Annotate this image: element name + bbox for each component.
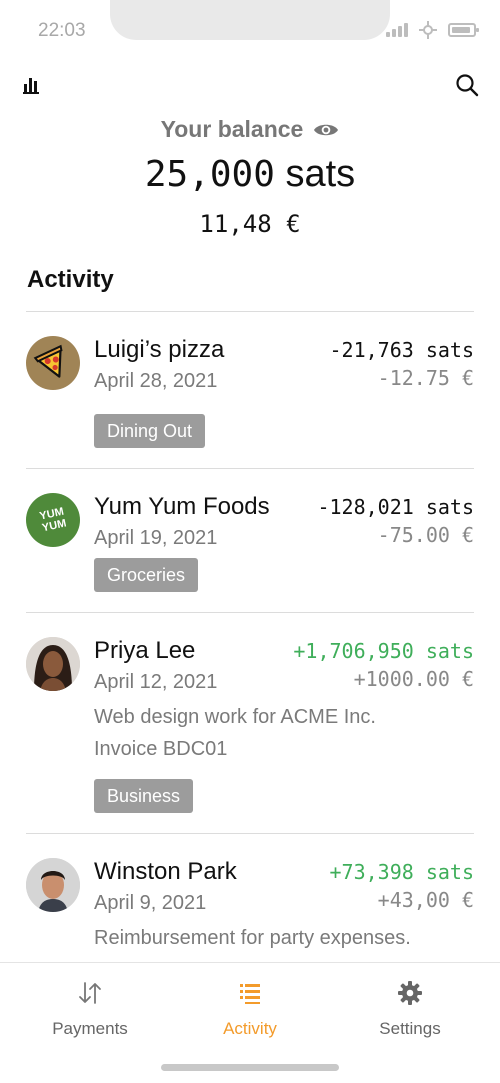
- balance-fiat: 11,48 €: [199, 210, 301, 238]
- search-icon[interactable]: [454, 72, 480, 98]
- nav-settings[interactable]: Settings: [330, 979, 490, 1039]
- balance-label: Your balance: [160, 116, 304, 142]
- transaction-note: Web design work for ACME Inc.: [94, 706, 376, 728]
- signal-icon: [386, 23, 408, 37]
- list-icon: [240, 984, 260, 1004]
- divider: [26, 833, 474, 834]
- category-tag[interactable]: Business: [94, 779, 194, 813]
- pizza-icon: [26, 336, 80, 390]
- transaction-fiat: -12.75 €: [377, 366, 474, 390]
- transfer-arrows-icon: [79, 982, 101, 1004]
- battery-icon: [448, 23, 479, 37]
- nav-label: Settings: [379, 1019, 441, 1038]
- transaction-sats: -128,021 sats: [317, 495, 474, 519]
- balance-unit: sats: [285, 153, 356, 195]
- transaction-item[interactable]: YUM YUM Yum Yum Foods April 19, 2021 -12…: [26, 493, 474, 593]
- stats-chart-icon[interactable]: [20, 72, 46, 98]
- yum-yum-logo: YUM YUM: [26, 493, 80, 547]
- avatar: [26, 858, 80, 912]
- transaction-sats: -21,763 sats: [329, 338, 475, 362]
- eye-icon[interactable]: [313, 117, 339, 143]
- transaction-fiat: +43,00 €: [377, 888, 474, 912]
- transaction-fiat: +1000.00 €: [353, 667, 474, 691]
- gear-icon: [398, 981, 422, 1005]
- divider: [26, 612, 474, 613]
- category-tag[interactable]: Dining Out: [94, 414, 206, 448]
- balance-sats-value: 25,000: [144, 154, 275, 195]
- transaction-item[interactable]: Luigi’s pizza April 28, 2021 -21,763 sat…: [26, 336, 474, 451]
- avatar: [26, 637, 80, 691]
- transaction-note: Invoice BDC01: [94, 738, 228, 760]
- transaction-date: April 12, 2021: [94, 671, 218, 693]
- category-tag[interactable]: Groceries: [94, 558, 199, 592]
- nav-payments[interactable]: Payments: [10, 979, 170, 1039]
- nav-label: Payments: [52, 1019, 128, 1038]
- transaction-name: Luigi’s pizza: [94, 336, 225, 363]
- transaction-item[interactable]: Winston Park April 9, 2021 +73,398 sats …: [26, 858, 474, 958]
- transaction-note: Reimbursement for party expenses.: [94, 927, 411, 949]
- status-icons: [386, 20, 479, 40]
- transaction-date: April 28, 2021: [94, 370, 218, 392]
- nav-activity[interactable]: Activity: [170, 979, 330, 1039]
- transaction-date: April 9, 2021: [94, 892, 207, 914]
- transaction-name: Priya Lee: [94, 637, 196, 664]
- transaction-item[interactable]: Priya Lee April 12, 2021 +1,706,950 sats…: [26, 637, 474, 817]
- nav-label: Activity: [223, 1019, 277, 1038]
- status-bar: 22:03: [0, 0, 500, 60]
- balance-amount: 25,000 sats: [0, 153, 500, 196]
- status-time: 22:03: [38, 20, 86, 41]
- activity-heading: Activity: [27, 266, 114, 293]
- connection-icon: [419, 21, 437, 39]
- transaction-name: Yum Yum Foods: [94, 493, 270, 520]
- logo-text: YUM YUM: [38, 505, 68, 535]
- transaction-sats: +73,398 sats: [329, 860, 475, 884]
- transaction-sats: +1,706,950 sats: [293, 639, 474, 663]
- home-indicator[interactable]: [161, 1064, 339, 1071]
- transaction-fiat: -75.00 €: [377, 523, 474, 547]
- divider: [26, 311, 474, 312]
- transaction-date: April 19, 2021: [94, 527, 218, 549]
- device-notch: [110, 0, 390, 40]
- transaction-name: Winston Park: [94, 858, 237, 885]
- balance-section: Your balance 25,000 sats 11,48 €: [0, 116, 500, 238]
- divider: [26, 468, 474, 469]
